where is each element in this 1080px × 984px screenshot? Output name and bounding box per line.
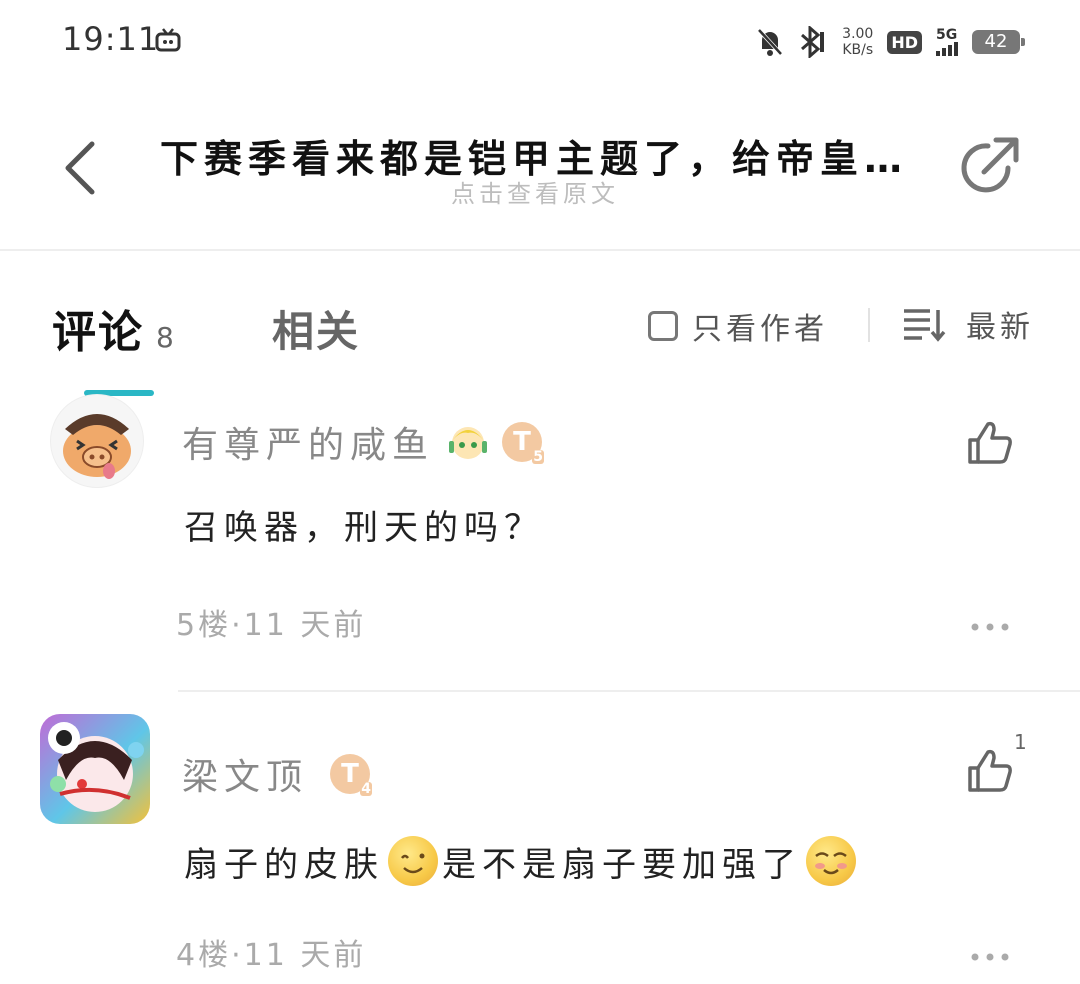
avatar-frame-badge-icon [449,427,488,459]
level-badge-letter: T [513,427,531,457]
username[interactable]: 有尊严的咸鱼 [182,416,434,468]
level-badge: T4 [330,754,373,797]
share-icon[interactable] [956,134,1022,200]
like-icon[interactable] [966,748,1014,794]
avatar[interactable] [40,714,150,824]
comment-text-part: 是不是扇子要加强了 [442,844,802,885]
author-only-checkbox[interactable] [648,311,678,341]
tab-comments-label: 评论 [52,307,144,358]
like-icon[interactable] [966,420,1014,466]
battery-indicator: 42 [972,30,1025,54]
like-count: 1 [1014,730,1027,754]
comment-divider [178,690,1080,692]
comment-meta: 4楼·11 天前 [176,938,367,973]
toolbar-divider [868,308,870,342]
net-speed-value: 3.00 [842,26,874,42]
signal-indicator: 5G [936,28,958,56]
hd-badge: HD [887,30,922,54]
level-badge: T5 [502,422,545,465]
level-badge-number: 4 [360,781,373,797]
tab-comments[interactable]: 评论 8 [52,296,174,360]
network-type: 5G [936,27,958,43]
avatar[interactable] [50,394,144,488]
anime-avatar-icon [48,722,144,812]
tv-icon [155,28,181,52]
comment-text: 召唤器，刑天的吗？ [184,508,544,548]
smile-emoji-icon [388,836,438,886]
level-badge-number: 5 [532,449,545,465]
pig-avatar-icon [63,414,131,479]
net-speed-unit: KB/s [842,42,874,58]
author-only-label: 只看作者 [692,312,828,347]
net-speed: 3.00 KB/s [842,26,873,58]
status-icons: 3.00 KB/s HD 5G 42 [756,22,1025,62]
sort-button[interactable]: 最新 [902,302,1034,346]
username[interactable]: 梁文顶 [182,748,308,800]
view-original-link[interactable]: 点击查看原文 [0,174,1070,209]
signal-bars-icon [936,42,958,56]
comment-text: 扇子的皮肤 是不是扇子要加强了 [184,836,860,886]
sort-icon [904,309,946,342]
comment-header: 梁文顶 T4 [182,748,373,800]
smug-emoji-icon [806,836,856,886]
tab-comments-count: 8 [156,321,174,354]
mute-icon [757,28,783,56]
bluetooth-icon [801,26,825,58]
author-only-toggle[interactable]: 只看作者 [648,304,828,348]
comment-text-part: 扇子的皮肤 [184,844,384,885]
sort-label: 最新 [966,310,1034,345]
status-time: 19:11 [62,20,160,58]
header-divider [0,249,1080,251]
more-icon[interactable] [970,622,1010,632]
level-badge-letter: T [341,759,359,789]
comment-meta: 5楼·11 天前 [176,608,367,643]
tab-related[interactable]: 相关 [272,298,360,359]
more-icon[interactable] [970,952,1010,962]
comment-header: 有尊严的咸鱼 T5 [182,416,545,468]
